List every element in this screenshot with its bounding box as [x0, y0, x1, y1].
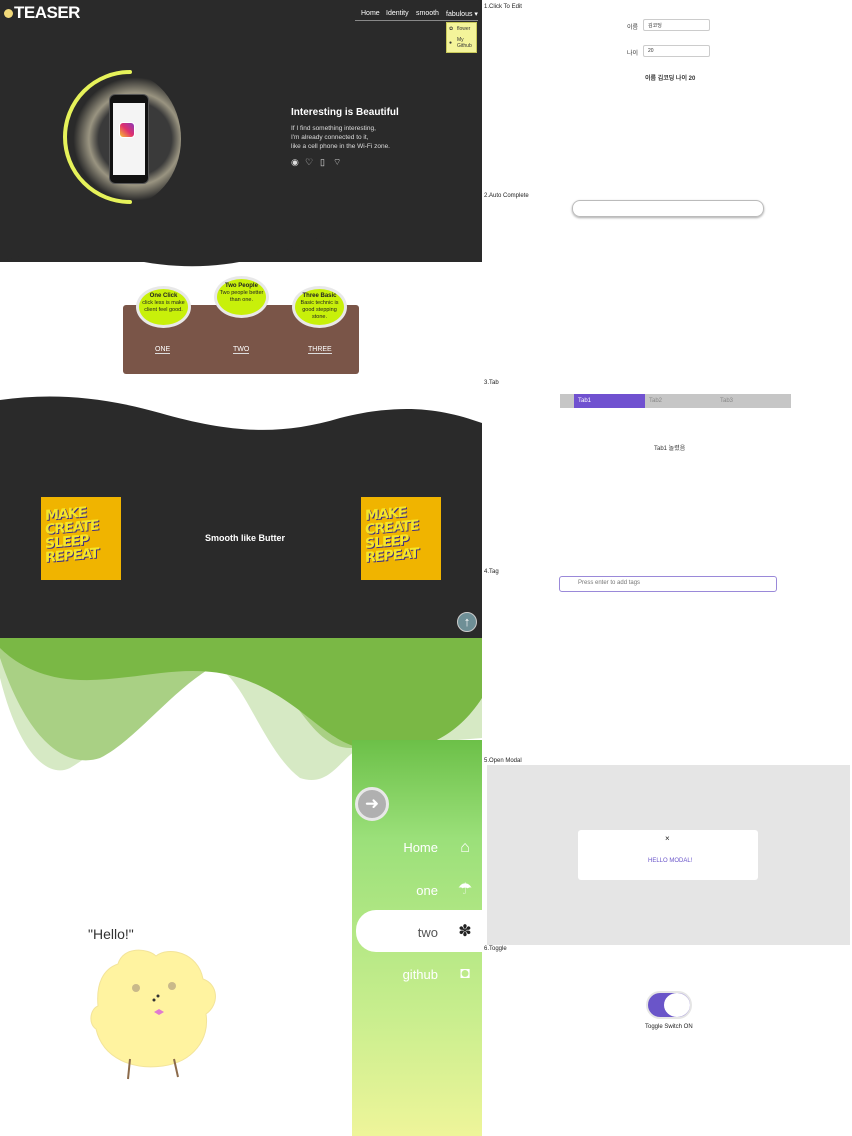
wave-divider-1	[0, 222, 482, 267]
side-nav-toggle-button[interactable]: ➜	[355, 787, 389, 821]
card-tab-one[interactable]: ONE	[155, 346, 171, 354]
nav-dropdown: ✿ flower ● My Github	[446, 22, 477, 53]
modal-message: HELLO MODAL!	[648, 858, 693, 864]
card-bubble-two: Two People Two people better than one.	[214, 276, 269, 318]
logo[interactable]: TEASER	[4, 3, 80, 23]
section-label-auto-complete: 2.Auto Complete	[484, 193, 529, 199]
nav-underline	[355, 20, 478, 21]
smooth-caption: Smooth like Butter	[205, 533, 286, 543]
name-label: 이름	[627, 25, 639, 31]
name-input[interactable]: 김코딩	[643, 19, 710, 31]
github-small-icon: ●	[449, 40, 453, 46]
poster-left: MAKE CREATE SLEEP REPEAT	[41, 497, 121, 580]
hero-line-1: If I find something interesting,	[291, 125, 376, 132]
dropdown-flower[interactable]: flower	[457, 26, 470, 32]
section-label-toggle: 6.Toggle	[484, 946, 507, 952]
mascot-speech: "Hello!"	[88, 926, 134, 942]
age-input[interactable]: 20	[643, 45, 710, 57]
card-tab-three[interactable]: THREE	[308, 346, 332, 354]
hero-line-3: like a cell phone in the Wi-Fi zone.	[291, 143, 390, 150]
hero-line-2: I'm already connected to it,	[291, 134, 369, 141]
toggle-status: Toggle Switch ON	[645, 1024, 693, 1030]
mobile-icon: ▯	[320, 157, 325, 167]
card-bubble-one: One Click click less is make client feel …	[136, 286, 191, 328]
tag-input[interactable]: Press enter to add tags	[559, 576, 777, 592]
age-label: 나이	[627, 51, 639, 57]
side-nav-two[interactable]: two	[352, 925, 438, 940]
logo-mark-icon	[4, 9, 13, 18]
nav-identity[interactable]: Identity	[386, 10, 409, 17]
poster-right: MAKE CREATE SLEEP REPEAT	[361, 497, 441, 580]
modal-close-button[interactable]: ×	[665, 834, 670, 843]
toggle-knob	[664, 993, 690, 1017]
nav-fabulous[interactable]: fabulous ▾	[446, 10, 478, 18]
wave-divider-2	[0, 388, 482, 443]
tab-3[interactable]: Tab3	[716, 394, 787, 408]
card-bubble-three: Three Basic Basic technic is good steppin…	[292, 286, 347, 328]
side-nav-one[interactable]: one	[352, 883, 438, 898]
section-label-click-to-edit: 1.Click To Edit	[484, 4, 522, 10]
logo-text: TEASER	[14, 3, 80, 22]
tab-content: Tab1 놀렸음	[654, 446, 686, 452]
nav-home[interactable]: Home	[361, 10, 380, 17]
arrow-up-icon: ↑	[463, 614, 471, 629]
github-icon: ◘	[460, 965, 470, 982]
click-to-edit-result: 이름 김코딩 나이 20	[645, 76, 696, 82]
card-tab-two[interactable]: TWO	[233, 346, 250, 354]
igloo-icon: ⌂	[460, 839, 470, 856]
nav-smooth[interactable]: smooth	[416, 10, 439, 17]
paw-icon: ✽	[458, 923, 472, 940]
scroll-top-button[interactable]: ↑	[457, 612, 477, 632]
instagram-icon	[119, 122, 135, 138]
arrow-right-icon: ➜	[364, 794, 380, 813]
autocomplete-input[interactable]	[572, 200, 764, 217]
wifi-icon: ⌔	[333, 157, 342, 167]
section-label-open-modal: 5.Open Modal	[484, 758, 522, 764]
mascot-illustration	[90, 949, 216, 1080]
heartbeat-icon: ♡	[305, 157, 314, 167]
phone-image	[109, 94, 149, 184]
dropdown-github[interactable]: My Github	[457, 37, 477, 49]
side-nav-github[interactable]: github	[352, 967, 438, 982]
side-nav-home[interactable]: Home	[352, 840, 438, 855]
hero-title: Interesting is Beautiful	[291, 107, 399, 118]
flower-icon: ✿	[449, 26, 454, 32]
tab-2[interactable]: Tab2	[645, 394, 716, 408]
tab-1[interactable]: Tab1	[574, 394, 645, 408]
eye-icon: ◉	[291, 157, 299, 167]
section-label-tag: 4.Tag	[484, 569, 499, 575]
section-label-tab: 3.Tab	[484, 380, 499, 386]
umbrella-beach-icon: ☂	[457, 881, 473, 898]
